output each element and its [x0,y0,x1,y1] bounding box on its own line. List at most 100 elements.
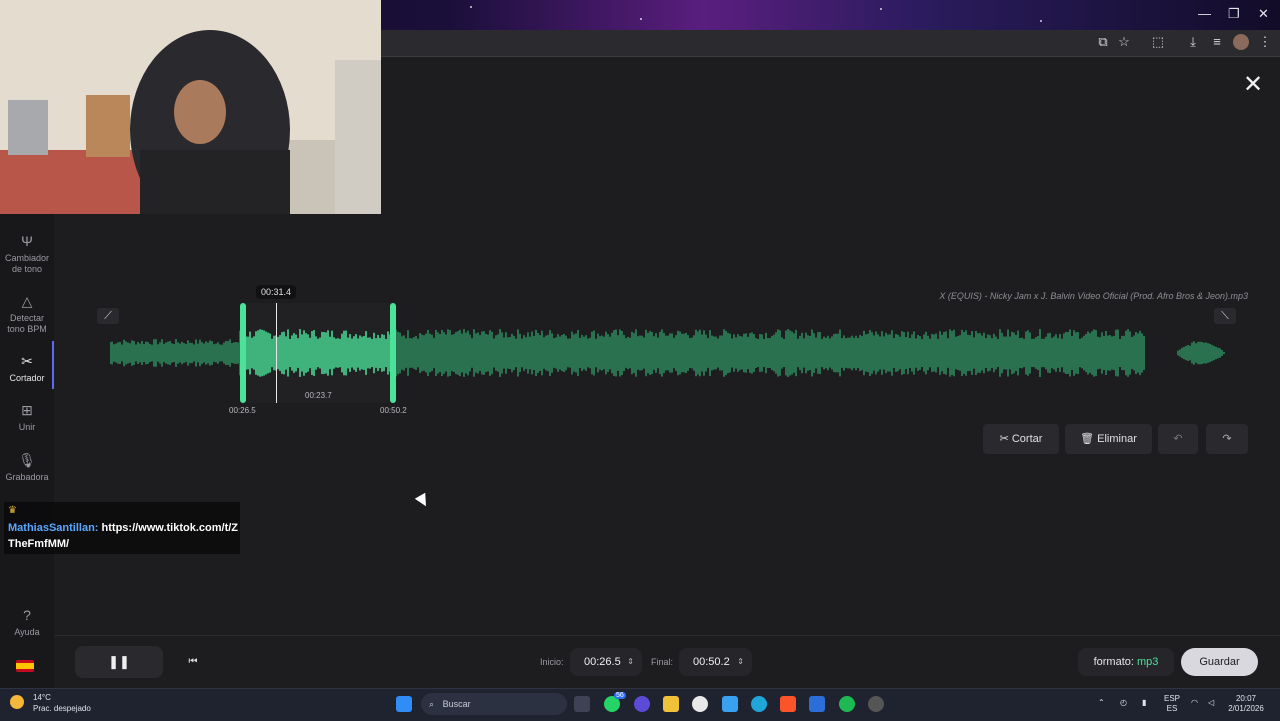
sidebar-item-label: Cambiador de tono [4,253,50,274]
store-icon[interactable] [809,696,825,712]
selection-start-handle[interactable] [240,303,246,403]
close-window-button[interactable]: ✕ [1258,6,1269,22]
cut-label: Cortar [1011,433,1043,445]
extensions-icon[interactable]: ⬚ [1150,34,1166,50]
selection-duration-label: 00:23.7 [305,391,332,400]
translate-icon[interactable]: ⧉ [1095,34,1111,50]
temperature: 14°C [33,693,51,702]
date: 2/01/2026 [1228,704,1264,713]
undo-button[interactable]: ↶ [1158,424,1198,454]
start-time-input[interactable]: 00:26.5 ⇕ [570,648,642,676]
playhead-time: 00:31.4 [256,285,297,299]
star-decor [470,6,472,8]
spotify-icon[interactable] [839,696,855,712]
clock[interactable]: 20:07 2/01/2026 [1226,694,1266,714]
star-icon[interactable]: ☆ [1116,34,1132,50]
more-icon[interactable]: ⋮ [1257,34,1273,50]
format-label: formato: [1093,656,1134,668]
chat-message: MathiasSantillan: https://www.tiktok.com… [8,520,238,552]
format-value: mp3 [1137,656,1159,668]
sidebar-item-label: Cortador [9,373,45,383]
crown-badge-icon: ♛ [8,505,17,516]
scissors-icon: ✂ [21,353,33,369]
start-label: Inicio: [540,657,564,667]
webcam-overlay [0,0,381,214]
sidebar-item-label: Ayuda [14,627,40,637]
edge-icon[interactable] [751,696,767,712]
download-icon[interactable]: ⤓ [1185,34,1201,50]
task-view-icon[interactable] [574,696,590,712]
sidebar-item-bpm[interactable]: △ Detectar tono BPM [0,291,54,335]
save-button[interactable]: Guardar [1181,648,1258,676]
search-icon: ⌕ [429,699,435,709]
language-indicator[interactable]: ESP ES [1160,694,1184,714]
sidebar-item-cutter[interactable]: ✂ Cortador [0,351,54,384]
metronome-icon: △ [21,293,33,309]
chrome-icon[interactable] [692,696,708,712]
delete-button[interactable]: 🗑 Eliminar [1065,424,1152,454]
profile-avatar[interactable] [1233,34,1249,50]
stepper-icon[interactable]: ⇕ [627,648,634,676]
minimize-button[interactable]: — [1198,6,1211,21]
sidebar-item-pitch-changer[interactable]: Ψ Cambiador de tono [0,231,54,275]
stream-chat-overlay: ♛ MathiasSantillan: https://www.tiktok.c… [4,502,240,554]
selection-start-label: 00:26.5 [229,406,256,415]
fade-in-button[interactable]: ⟋ [97,308,119,324]
star-decor [640,18,642,20]
sidebar-item-help[interactable]: ? Ayuda [0,605,54,638]
taskbar-search[interactable]: ⌕ Buscar [421,693,567,715]
end-label: Final: [651,657,674,667]
join-icon: ⊞ [21,402,33,418]
spain-flag-icon[interactable] [16,660,34,672]
tray-chevron-icon[interactable]: ⌃ [1098,698,1105,708]
folder-icon[interactable] [663,696,679,712]
language: ESP [1163,694,1180,703]
time: 20:07 [1235,694,1257,703]
wifi-icon[interactable]: ◠ [1191,698,1198,708]
skip-back-button[interactable]: ⏮ [185,654,201,670]
sidebar-item-label: Unir [18,422,36,432]
mic-tray-icon[interactable]: ▮ [1142,698,1146,708]
star-decor [1040,20,1042,22]
pause-button[interactable]: ❚❚ [75,646,163,678]
close-icon[interactable]: ✕ [1242,73,1264,97]
active-indicator [52,341,54,389]
weather-icon [10,695,24,709]
tuning-fork-icon: Ψ [21,233,33,249]
sidebar-item-recorder[interactable]: 🎙 Grabadora [0,450,54,483]
weather-text: Prac. despejado [33,704,91,713]
chat-username: MathiasSantillan: [8,522,99,534]
sidebar-item-label: Detectar tono BPM [7,313,47,334]
media-icon[interactable]: ≡ [1209,34,1225,50]
sidebar-item-label: Grabadora [5,472,49,482]
region: ES [1166,704,1178,713]
sidebar-item-join[interactable]: ⊞ Unir [0,400,54,433]
fade-out-button[interactable]: ⟍ [1214,308,1236,324]
copilot-icon[interactable] [722,696,738,712]
delete-label: Eliminar [1097,433,1137,445]
start-time-value: 00:26.5 [584,656,621,668]
playhead[interactable] [276,303,277,403]
app-icon[interactable] [634,696,650,712]
selection-end-label: 00:50.2 [380,406,407,415]
stepper-icon[interactable]: ⇕ [737,648,744,676]
help-icon: ? [23,607,31,623]
brave-icon[interactable] [780,696,796,712]
cut-button[interactable]: ✂ Cortar [983,424,1059,454]
volume-icon[interactable]: ◁ [1208,698,1214,708]
star-decor [880,8,882,10]
search-placeholder: Buscar [442,699,471,709]
scissors-icon: ✂ [999,433,1012,445]
network-icon[interactable]: ◴ [1120,698,1127,708]
microphone-icon: 🎙 [18,452,36,468]
waveform[interactable] [110,328,1250,378]
obs-icon[interactable] [868,696,884,712]
file-name: X (EQUIS) - Nicky Jam x J. Balvin Video … [939,291,1248,301]
end-time-input[interactable]: 00:50.2 ⇕ [679,648,752,676]
windows-start-icon[interactable] [396,696,412,712]
redo-button[interactable]: ↷ [1206,424,1248,454]
restore-button[interactable]: ❐ [1228,6,1240,22]
format-selector[interactable]: formato: mp3 [1078,648,1174,676]
end-time-value: 00:50.2 [693,656,730,668]
selection-end-handle[interactable] [390,303,396,403]
